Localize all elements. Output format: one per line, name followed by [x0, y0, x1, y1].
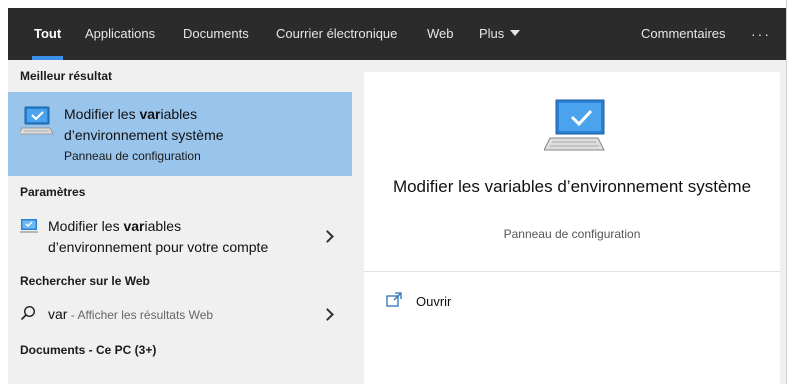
web-query: var [48, 306, 68, 322]
chevron-right-icon[interactable] [321, 230, 334, 243]
monitor-check-icon [544, 99, 605, 151]
tab-applications[interactable]: Applications [85, 8, 155, 60]
window-left-edge [0, 0, 8, 384]
title-highlight: var [123, 218, 145, 234]
tab-more[interactable]: Plus [479, 8, 521, 60]
chevron-right-icon[interactable] [321, 308, 334, 321]
open-label: Ouvrir [416, 294, 452, 309]
search-filter-bar: Tout Applications Documents Courrier éle… [8, 8, 786, 60]
open-icon [386, 292, 402, 307]
preview-title: Modifier les variables d’environnement s… [392, 177, 752, 196]
title-part: Modifier les [64, 106, 140, 122]
section-best-match: Meilleur résultat [20, 69, 113, 83]
settings-item-title: Modifier les variables d’environnement p… [48, 216, 318, 258]
results-list: Meilleur résultat Modifier les variables… [8, 60, 352, 384]
preview-card: Modifier les variables d’environnement s… [364, 72, 780, 384]
section-settings: Paramètres [20, 185, 86, 199]
title-part: iables [144, 218, 182, 234]
chevron-down-icon [510, 30, 521, 36]
best-match-item[interactable]: Modifier les variables d’environnement s… [8, 92, 352, 176]
section-documents[interactable]: Documents - Ce PC (3+) [20, 343, 156, 357]
title-highlight: var [139, 106, 161, 122]
best-match-subtitle: Panneau de configuration [64, 149, 201, 163]
section-web-search: Rechercher sur le Web [20, 274, 150, 288]
monitor-check-icon [20, 106, 54, 135]
tab-more-label: Plus [479, 26, 505, 41]
more-options-button[interactable]: ··· [751, 8, 771, 60]
title-part: Modifier les [48, 218, 124, 234]
web-search-text: var - Afficher les résultats Web [48, 306, 213, 322]
search-icon [20, 305, 36, 321]
tab-documents[interactable]: Documents [183, 8, 249, 60]
window-right-edge [786, 0, 794, 384]
settings-monitor-icon [20, 219, 38, 233]
title-part: d’environnement système [64, 127, 224, 143]
open-action[interactable] [384, 286, 584, 316]
feedback-button[interactable]: Commentaires [641, 8, 726, 60]
web-hint: - Afficher les résultats Web [67, 308, 214, 322]
title-part: iables [160, 106, 198, 122]
tab-web[interactable]: Web [427, 8, 454, 60]
tab-email[interactable]: Courrier électronique [276, 8, 397, 60]
title-part: d’environnement pour votre compte [48, 239, 269, 255]
preview-subtitle: Panneau de configuration [503, 227, 641, 241]
best-match-title: Modifier les variables d’environnement s… [64, 104, 334, 146]
settings-item[interactable]: Modifier les variables d’environnement p… [8, 208, 352, 260]
divider [364, 271, 780, 272]
tab-all[interactable]: Tout [31, 8, 64, 60]
preview-panel: Modifier les variables d’environnement s… [352, 60, 786, 384]
